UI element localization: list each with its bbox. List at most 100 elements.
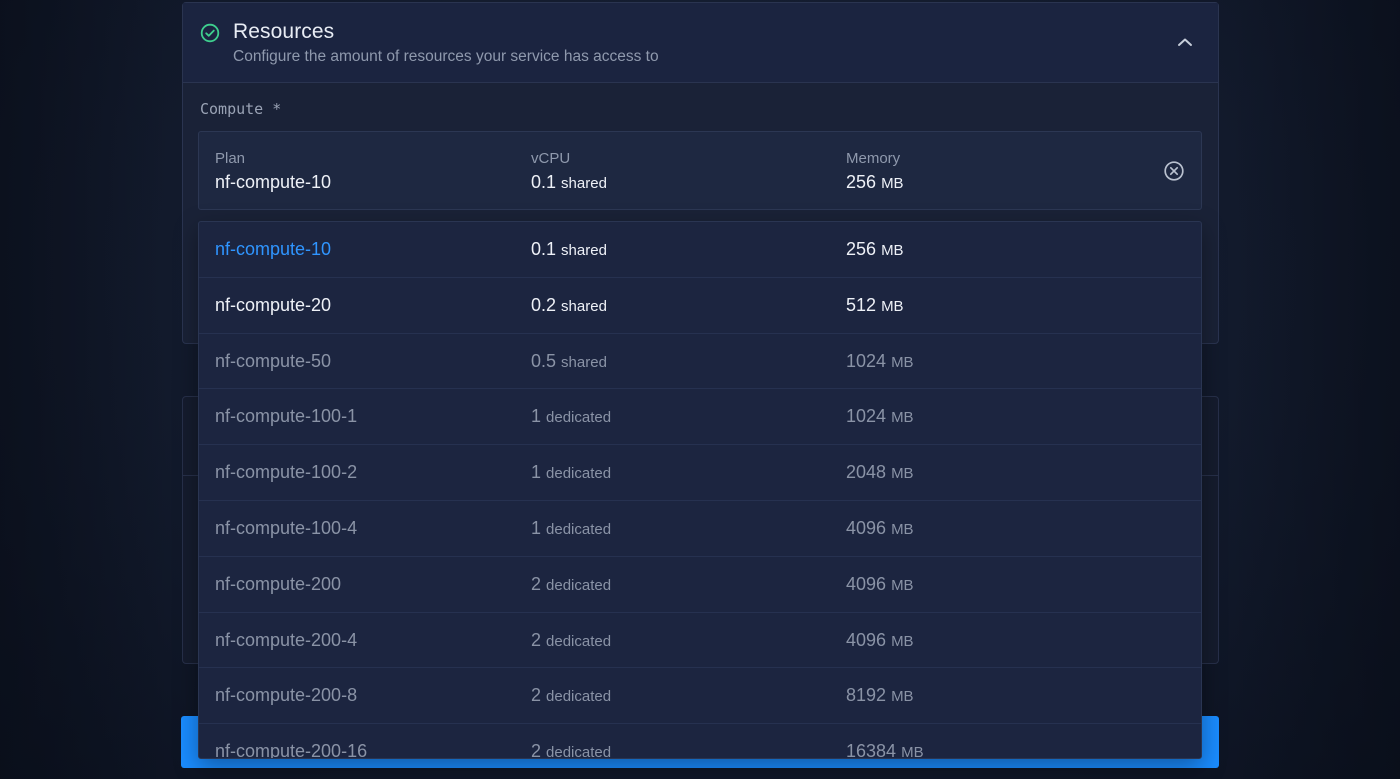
option-memory-unit: MB: [901, 744, 924, 759]
option-vcpu: 2 dedicated: [531, 741, 612, 759]
selected-vcpu: 0.1 shared: [531, 172, 607, 193]
option-vcpu-type: dedicated: [546, 465, 612, 483]
option-memory: 2048 MB: [846, 462, 914, 483]
option-vcpu-value: 2: [531, 573, 542, 594]
option-vcpu: 2 dedicated: [531, 685, 611, 706]
option-vcpu: 0.1 shared: [531, 239, 607, 260]
option-vcpu-value: 1: [531, 406, 542, 427]
vcpu-label: vCPU: [531, 150, 571, 167]
option-memory-unit: MB: [891, 520, 914, 538]
option-memory-value: 4096: [846, 573, 887, 594]
option-plan: nf-compute-200-16: [215, 741, 368, 759]
option-memory: 16384 MB: [846, 741, 924, 759]
plan-label: Plan: [215, 150, 246, 167]
option-vcpu: 2 dedicated: [531, 574, 611, 595]
option-memory: 8192 MB: [846, 685, 914, 706]
option-vcpu-value: 1: [531, 462, 542, 483]
option-vcpu: 1 dedicated: [531, 518, 611, 539]
resources-header[interactable]: Resources Configure the amount of resour…: [183, 3, 1218, 83]
option-vcpu-type: shared: [561, 242, 607, 259]
option-vcpu-value: 2: [531, 685, 542, 706]
option-memory-value: 16384: [846, 741, 897, 759]
option-vcpu: 2 dedicated: [531, 630, 611, 651]
option-plan: nf-compute-100-4: [215, 517, 358, 538]
option-memory-value: 2048: [846, 462, 887, 483]
selected-memory-unit: MB: [881, 175, 904, 192]
option-memory-value: 1024: [846, 350, 887, 371]
option-nf-compute-50[interactable]: nf-compute-50 0.5 shared 1024 MB: [199, 334, 1201, 390]
option-vcpu-type: dedicated: [546, 744, 612, 759]
option-vcpu-type: dedicated: [546, 576, 612, 594]
option-vcpu: 0.2 shared: [531, 295, 607, 316]
option-vcpu-type: shared: [561, 297, 607, 315]
option-memory-value: 256: [846, 239, 877, 259]
option-vcpu-type: dedicated: [546, 409, 612, 427]
resources-title: Resources: [233, 20, 335, 43]
selected-memory: 256 MB: [846, 172, 904, 193]
option-memory-unit: MB: [891, 632, 914, 650]
collapse-button[interactable]: [1174, 31, 1196, 53]
option-memory-unit: MB: [881, 297, 904, 315]
option-memory: 256 MB: [846, 239, 904, 260]
option-nf-compute-100-4[interactable]: nf-compute-100-4 1 dedicated 4096 MB: [199, 501, 1201, 557]
option-memory: 4096 MB: [846, 630, 914, 651]
option-memory: 4096 MB: [846, 574, 914, 595]
option-nf-compute-20[interactable]: nf-compute-20 0.2 shared 512 MB: [199, 278, 1201, 334]
option-plan: nf-compute-200-4: [215, 629, 358, 650]
option-memory-value: 1024: [846, 406, 887, 427]
selected-vcpu-type: shared: [561, 175, 607, 192]
option-nf-compute-200-16[interactable]: nf-compute-200-16 2 dedicated 16384 MB: [199, 724, 1201, 759]
option-plan: nf-compute-100-2: [215, 462, 358, 483]
option-memory-unit: MB: [891, 576, 914, 594]
check-circle-icon: [200, 23, 220, 43]
chevron-up-icon: [1178, 38, 1192, 46]
option-memory-value: 4096: [846, 629, 887, 650]
option-plan: nf-compute-20: [215, 294, 332, 315]
selected-vcpu-value: 0.1: [531, 172, 557, 192]
page-shade-right: [1232, 0, 1400, 779]
option-plan: nf-compute-200: [215, 573, 342, 594]
option-memory-unit: MB: [891, 465, 914, 483]
option-vcpu: 1 dedicated: [531, 406, 611, 427]
option-memory-unit: MB: [891, 688, 914, 706]
option-nf-compute-200[interactable]: nf-compute-200 2 dedicated 4096 MB: [199, 557, 1201, 613]
option-vcpu-value: 2: [531, 629, 542, 650]
option-vcpu-type: dedicated: [546, 688, 612, 706]
option-plan: nf-compute-200-8: [215, 685, 358, 706]
option-memory: 512 MB: [846, 295, 904, 316]
option-nf-compute-100-1[interactable]: nf-compute-100-1 1 dedicated 1024 MB: [199, 389, 1201, 446]
option-vcpu-value: 0.2: [531, 294, 557, 315]
resources-subtitle: Configure the amount of resources your s…: [233, 48, 659, 65]
clear-circle-icon[interactable]: [1163, 160, 1185, 182]
option-nf-compute-100-2[interactable]: nf-compute-100-2 1 dedicated 2048 MB: [199, 445, 1201, 501]
option-memory-unit: MB: [881, 242, 904, 259]
option-vcpu: 0.5 shared: [531, 351, 607, 372]
memory-label: Memory: [846, 150, 901, 167]
selected-plan: nf-compute-10: [215, 172, 332, 192]
option-memory-value: 8192: [846, 685, 887, 706]
option-vcpu-value: 0.5: [531, 350, 557, 371]
option-vcpu-type: shared: [561, 353, 607, 371]
option-vcpu-value: 2: [531, 741, 542, 759]
option-nf-compute-10[interactable]: nf-compute-10 0.1 shared 256 MB: [199, 222, 1201, 278]
selected-memory-value: 256: [846, 172, 877, 192]
option-memory-unit: MB: [891, 409, 914, 427]
option-vcpu: 1 dedicated: [531, 462, 611, 483]
option-vcpu-type: dedicated: [546, 520, 612, 538]
option-plan: nf-compute-100-1: [215, 406, 358, 427]
option-memory: 1024 MB: [846, 351, 914, 372]
option-plan: nf-compute-10: [215, 239, 332, 259]
option-memory: 4096 MB: [846, 518, 914, 539]
option-vcpu-type: dedicated: [546, 632, 612, 650]
option-vcpu-value: 1: [531, 517, 542, 538]
option-memory-value: 512: [846, 294, 877, 315]
option-memory-unit: MB: [891, 353, 914, 371]
option-vcpu-value: 0.1: [531, 239, 557, 259]
option-memory: 1024 MB: [846, 406, 914, 427]
option-memory-value: 4096: [846, 517, 887, 538]
option-nf-compute-200-4[interactable]: nf-compute-200-4 2 dedicated 4096 MB: [199, 613, 1201, 669]
compute-label: Compute *: [200, 100, 282, 118]
option-plan: nf-compute-50: [215, 350, 332, 371]
compute-select[interactable]: Plan vCPU Memory nf-compute-10 0.1 share…: [198, 131, 1202, 210]
option-nf-compute-200-8[interactable]: nf-compute-200-8 2 dedicated 8192 MB: [199, 668, 1201, 725]
